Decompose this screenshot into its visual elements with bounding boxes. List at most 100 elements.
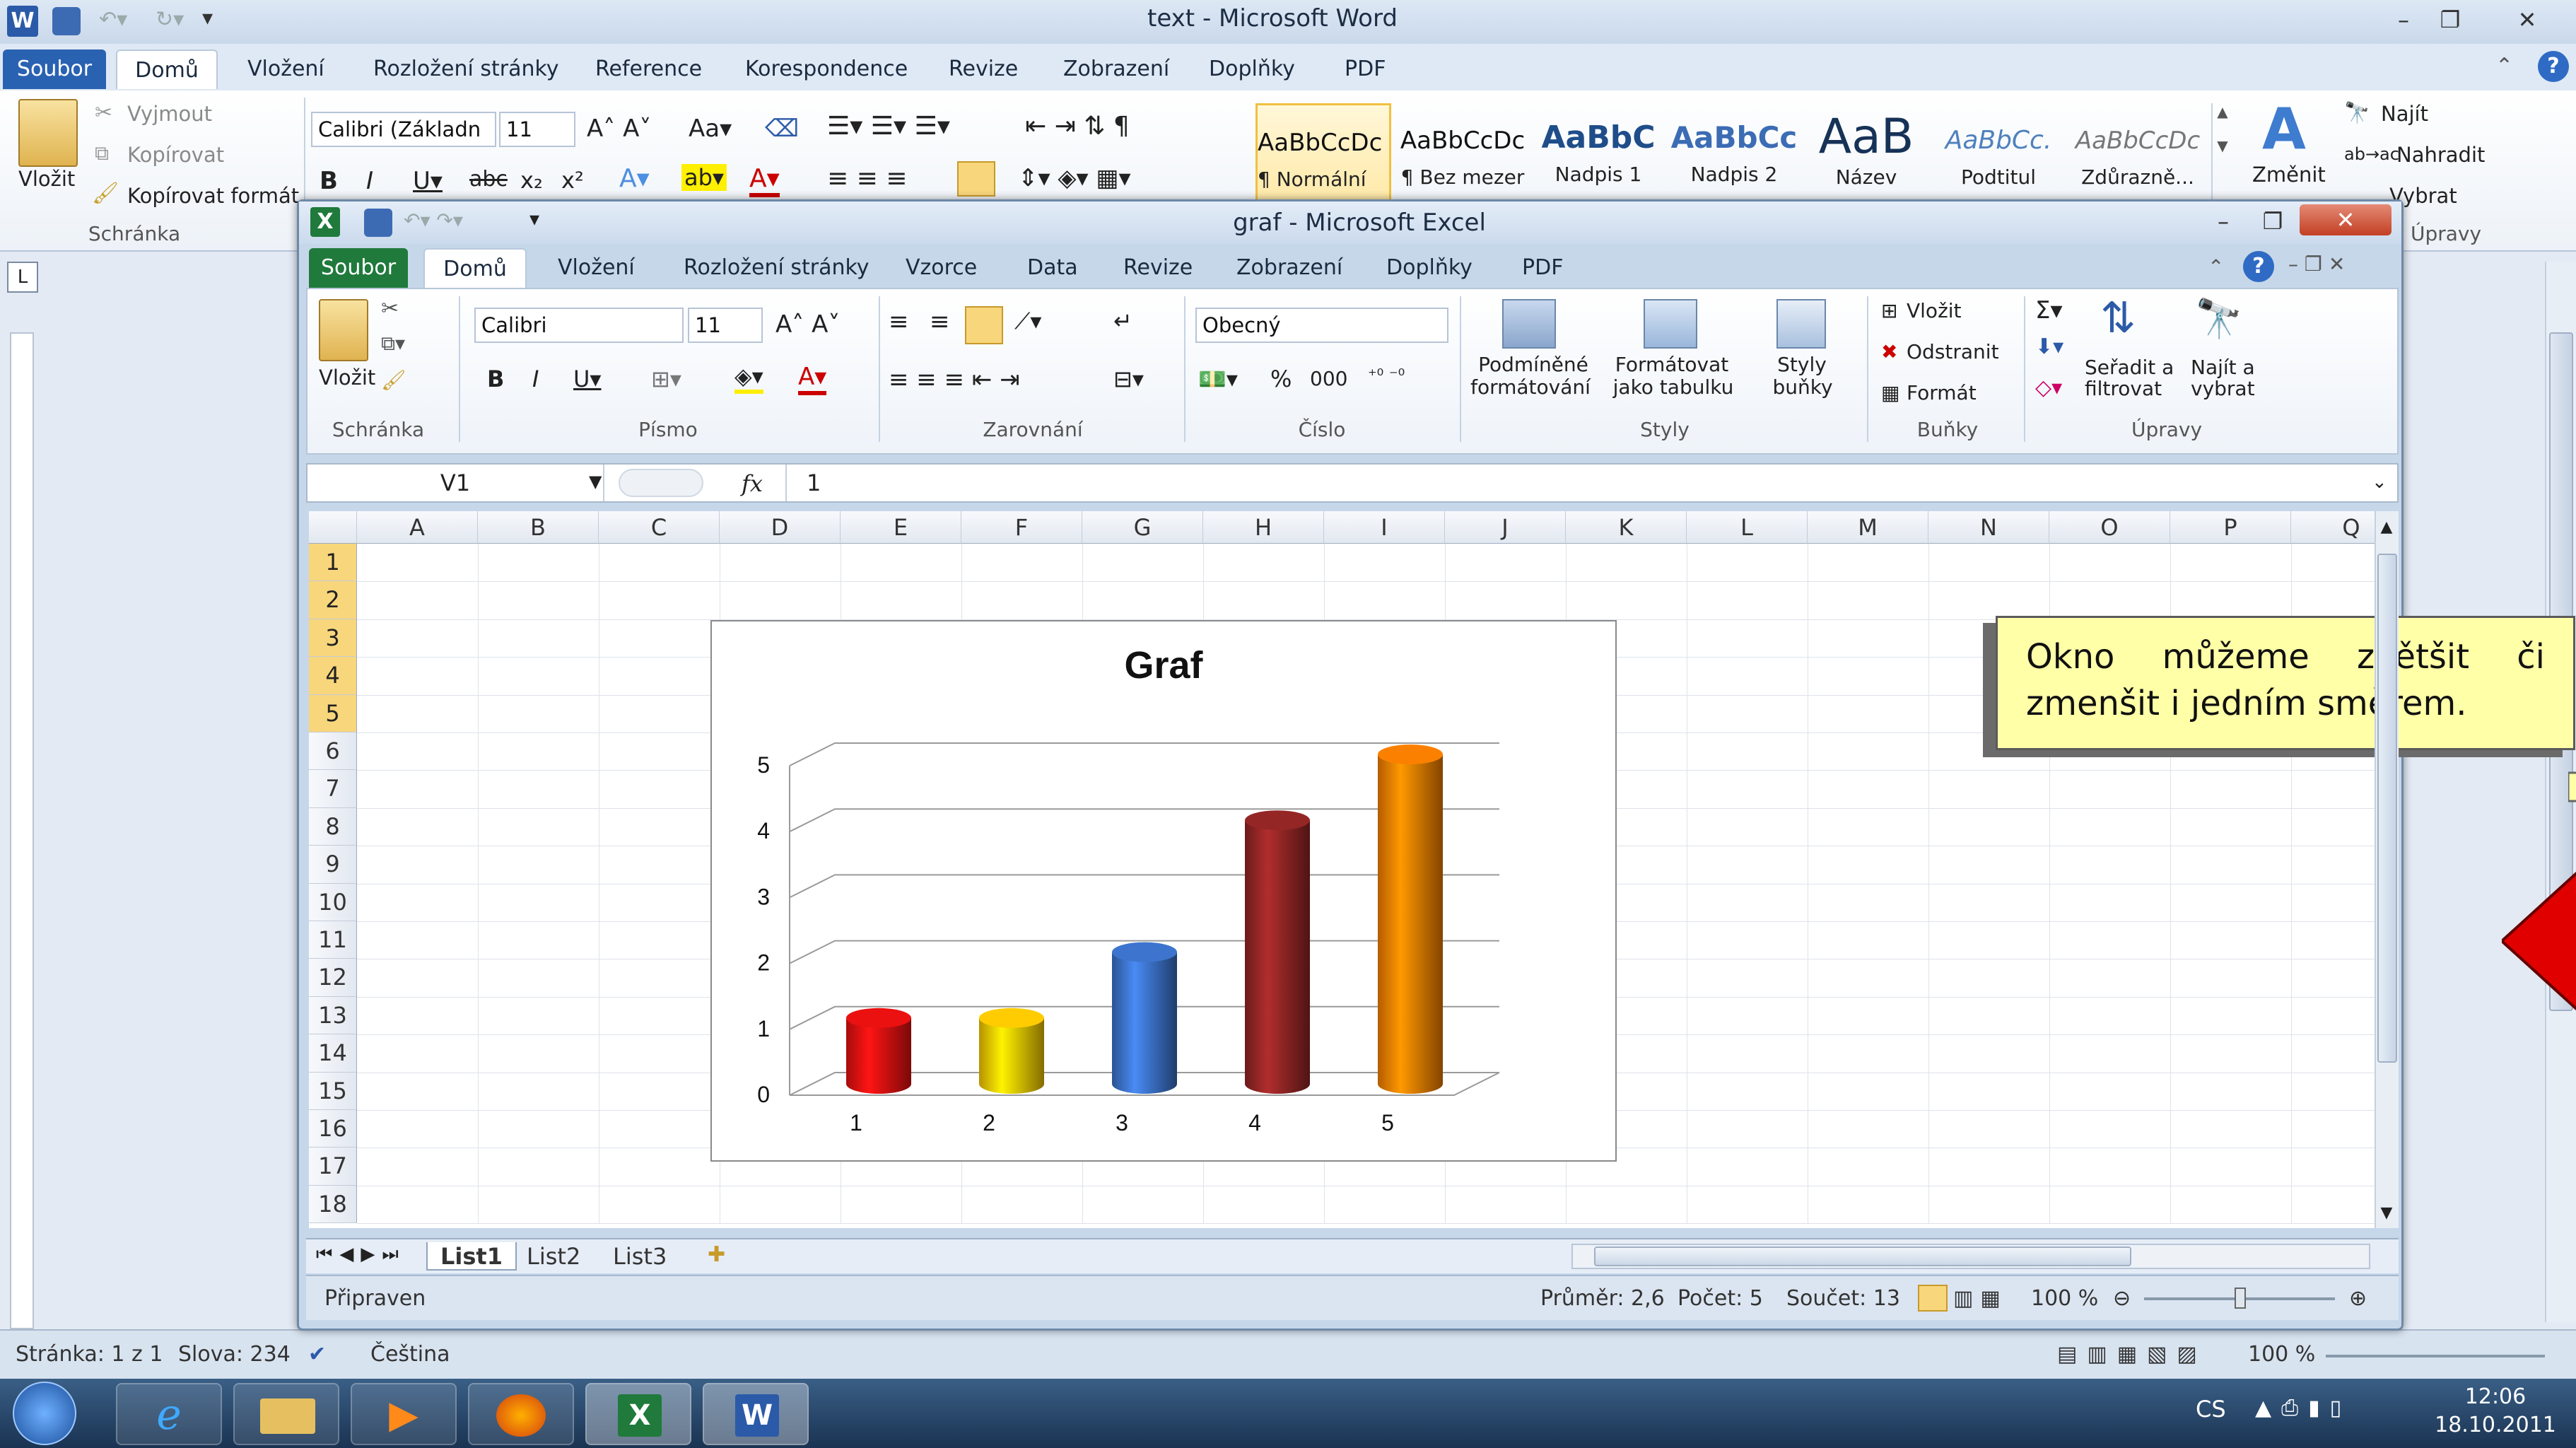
row-header[interactable]: 7	[309, 770, 357, 808]
row-header[interactable]: 17	[309, 1148, 357, 1186]
name-box[interactable]: V1	[308, 465, 604, 501]
row-header[interactable]: 15	[309, 1072, 357, 1110]
tab-vlozeni[interactable]: Vložení	[236, 49, 336, 89]
minimize-button[interactable]: –	[2381, 4, 2426, 35]
excel-tab-vzorce[interactable]: Vzorce	[894, 248, 988, 288]
paste-label[interactable]: Vložit	[18, 167, 75, 191]
format-cells-label[interactable]: Formát	[1907, 381, 1977, 404]
excel-bold-icon[interactable]: B	[487, 366, 504, 392]
format-as-table-label[interactable]: Formátovat	[1610, 353, 1734, 376]
excel-grow-font-icon[interactable]: A˄ A˅	[775, 310, 840, 339]
customize-qat-icon[interactable]: ▾	[202, 6, 213, 30]
delete-cells-label[interactable]: Odstranit	[1907, 340, 1999, 363]
excel-font-size-combo[interactable]: 11	[688, 308, 763, 343]
replace-icon[interactable]: ab→ac	[2344, 144, 2399, 164]
column-header[interactable]: E	[841, 511, 961, 544]
taskbar-excel[interactable]: X	[585, 1383, 691, 1445]
copy-icon[interactable]: ⧉	[95, 141, 109, 165]
cell-styles-label-2[interactable]: buňky	[1757, 375, 1849, 399]
excel-tab-doplnky[interactable]: Doplňky	[1375, 248, 1484, 288]
copy-label[interactable]: Kopírovat	[127, 143, 224, 167]
name-box-dropdown-icon[interactable]: ▼	[589, 472, 602, 491]
excel-close-button[interactable]: ✕	[2300, 204, 2391, 235]
help-icon[interactable]: ?	[2538, 51, 2569, 82]
clock-time[interactable]: 12:06	[2432, 1384, 2559, 1409]
grow-font-icon[interactable]: A˄ A˅	[587, 115, 651, 143]
column-header[interactable]: H	[1203, 511, 1324, 544]
tab-domu[interactable]: Domů	[116, 49, 218, 89]
find-select-label-2[interactable]: vybrat	[2191, 377, 2255, 400]
excel-ribbon-collapse-icon[interactable]: ⌃	[2208, 255, 2224, 279]
replace-label[interactable]: Nahradit	[2396, 143, 2485, 167]
row-header[interactable]: 18	[309, 1185, 357, 1224]
excel-wrap-text-icon[interactable]: ↵	[1113, 308, 1132, 334]
fill-icon[interactable]: ⬇▾	[2035, 334, 2063, 359]
row-header[interactable]: 8	[309, 807, 357, 846]
excel-tab-domu[interactable]: Domů	[423, 248, 527, 288]
excel-fill-color-icon[interactable]: ◈▾	[734, 363, 763, 394]
superscript-icon[interactable]: x²	[561, 167, 584, 194]
autosum-icon[interactable]: Σ▾	[2035, 296, 2063, 325]
row-header[interactable]: 11	[309, 921, 357, 959]
excel-paste-label[interactable]: Vložit	[319, 366, 375, 390]
status-sum[interactable]: Součet: 13	[1786, 1286, 1900, 1311]
row-header[interactable]: 1	[309, 544, 357, 582]
find-binoculars-icon[interactable]: 🔭	[2344, 100, 2370, 125]
sheet-tab-list2[interactable]: List2	[514, 1242, 593, 1271]
column-header[interactable]: K	[1566, 511, 1687, 544]
excel-format-painter-icon[interactable]: 🖌	[381, 368, 406, 392]
start-button[interactable]	[13, 1382, 76, 1445]
excel-zoom-level[interactable]: 100 %	[2031, 1286, 2098, 1311]
excel-scroll-thumb[interactable]	[2377, 554, 2397, 1063]
excel-tab-zobrazeni[interactable]: Zobrazení	[1225, 248, 1354, 288]
taskbar-word[interactable]: W	[703, 1383, 809, 1445]
column-header[interactable]: F	[961, 511, 1082, 544]
format-painter-icon[interactable]: 🖌	[92, 181, 119, 206]
formula-input[interactable]: 1	[785, 465, 2376, 501]
row-header[interactable]: 2	[309, 581, 357, 619]
indent-icon[interactable]: ⇤ ⇥ ⇅ ¶	[1025, 112, 1130, 141]
find-select-icon[interactable]: 🔭	[2195, 296, 2242, 341]
clock-date[interactable]: 18.10.2011	[2432, 1413, 2559, 1437]
excel-font-color-icon[interactable]: A▾	[798, 363, 827, 395]
column-header[interactable]: O	[2049, 511, 2170, 544]
conditional-formatting-label[interactable]: Podmíněné	[1471, 353, 1596, 376]
redo-icon[interactable]: ↻▾	[156, 7, 184, 32]
page-count[interactable]: Stránka: 1 z 1	[16, 1342, 163, 1367]
word-count[interactable]: Slova: 234	[178, 1342, 291, 1367]
select-all-corner[interactable]	[309, 511, 357, 544]
row-header[interactable]: 16	[309, 1110, 357, 1148]
find-select-label[interactable]: Najít a	[2191, 356, 2255, 379]
excel-underline-icon[interactable]: U▾	[573, 366, 601, 392]
row-header[interactable]: 5	[309, 694, 357, 732]
column-header[interactable]: N	[1928, 511, 2049, 544]
row-header[interactable]: 4	[309, 657, 357, 695]
scroll-down-icon[interactable]: ▼	[2376, 1204, 2397, 1222]
excel-percent-icon[interactable]: %	[1270, 366, 1292, 392]
excel-tab-soubor[interactable]: Soubor	[309, 248, 408, 288]
tab-doplnky[interactable]: Doplňky	[1198, 49, 1306, 89]
row-header[interactable]: 13	[309, 996, 357, 1035]
tab-selector[interactable]: L	[7, 262, 38, 293]
expand-formula-bar-icon[interactable]: ⌄	[2372, 472, 2387, 493]
excel-tab-vlozeni[interactable]: Vložení	[546, 248, 646, 288]
sort-filter-icon[interactable]: ⇅	[2100, 293, 2136, 343]
highlight-icon[interactable]: ab▾	[681, 164, 727, 191]
sheet-tab-list1[interactable]: List1	[426, 1242, 517, 1271]
taskbar-ie[interactable]: ℯ	[116, 1383, 222, 1445]
row-header[interactable]: 9	[309, 846, 357, 884]
tab-revize[interactable]: Revize	[937, 49, 1029, 89]
excel-undo-icon[interactable]: ↶▾ ↷▾	[404, 209, 463, 232]
zoom-out-icon[interactable]: ⊖	[2113, 1286, 2131, 1311]
row-header[interactable]: 10	[309, 883, 357, 921]
delete-cells-icon[interactable]: ✖	[1881, 340, 1897, 363]
tab-korespondence[interactable]: Korespondence	[734, 49, 919, 89]
clear-icon[interactable]: ◇▾	[2035, 375, 2062, 400]
excel-copy-icon[interactable]: ⧉▾	[381, 332, 405, 356]
excel-valign-middle-icon[interactable]: ≡	[930, 308, 950, 336]
excel-paste-icon[interactable]	[319, 299, 368, 361]
normal-view-icon[interactable]	[1918, 1285, 1948, 1312]
layout-view-icons[interactable]: ▥▦	[1953, 1286, 2008, 1311]
clear-format-icon[interactable]: ⌫	[765, 115, 799, 143]
language[interactable]: Čeština	[370, 1342, 450, 1367]
